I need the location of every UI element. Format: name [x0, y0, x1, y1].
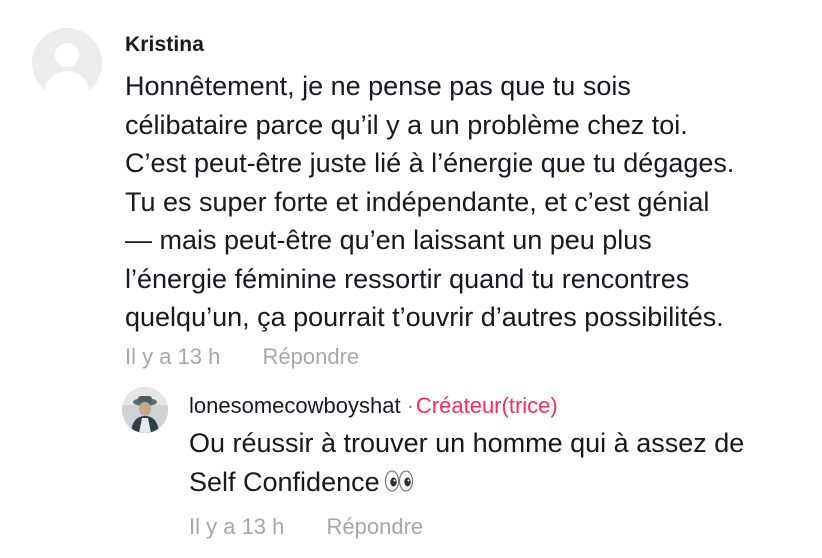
default-avatar-icon[interactable]: [32, 28, 102, 98]
avatar-head-shape: [55, 43, 79, 67]
reply-meta: Il y a 13 h Répondre: [189, 514, 423, 540]
reply-line-with-emoji: Self Confidence: [189, 463, 744, 504]
comment-line: célibataire parce qu’il y a un problème …: [125, 109, 688, 140]
comment-timestamp: Il y a 13 h: [125, 344, 221, 369]
comment-line: Honnêtement, je ne pense pas que tu sois: [125, 71, 631, 101]
reply-author[interactable]: lonesomecowboyshat: [189, 393, 401, 418]
reply-reply-button[interactable]: Répondre: [327, 514, 424, 539]
reply-button[interactable]: Répondre: [263, 344, 360, 369]
reply-line: Self Confidence: [189, 467, 380, 497]
reply-line: Ou réussir à trouver un homme qui à asse…: [189, 428, 745, 458]
creator-avatar-image: [122, 387, 168, 433]
comment-line: l’énergie féminine ressortir quand tu re…: [125, 263, 690, 294]
comment-line: — mais peut-être qu’en laissant un peu p…: [125, 225, 652, 255]
reply-header: lonesomecowboyshat ·Créateur(trice): [189, 393, 558, 419]
reply-timestamp: Il y a 13 h: [189, 514, 285, 539]
reply-text: Ou réussir à trouver un homme qui à asse…: [189, 424, 744, 504]
creator-avatar[interactable]: [122, 387, 168, 433]
avatar-body-shape: [45, 71, 89, 98]
comment-meta: Il y a 13 h Répondre: [125, 344, 359, 370]
eyes-emoji-icon: [384, 465, 414, 504]
separator-dot: ·: [406, 393, 414, 418]
comment-author[interactable]: Kristina: [125, 33, 204, 57]
comment-line: C’est peut-être juste lié à l’énergie qu…: [125, 148, 735, 178]
comment-line: Tu es super forte et indépendante, et c’…: [125, 186, 710, 217]
creator-badge: Créateur(trice): [415, 393, 558, 418]
comment-line: quelqu’un, ça pourrait t’ouvrir d’autres…: [125, 302, 724, 332]
comment-text: Honnêtement, je ne pense pas que tu sois…: [125, 67, 815, 337]
